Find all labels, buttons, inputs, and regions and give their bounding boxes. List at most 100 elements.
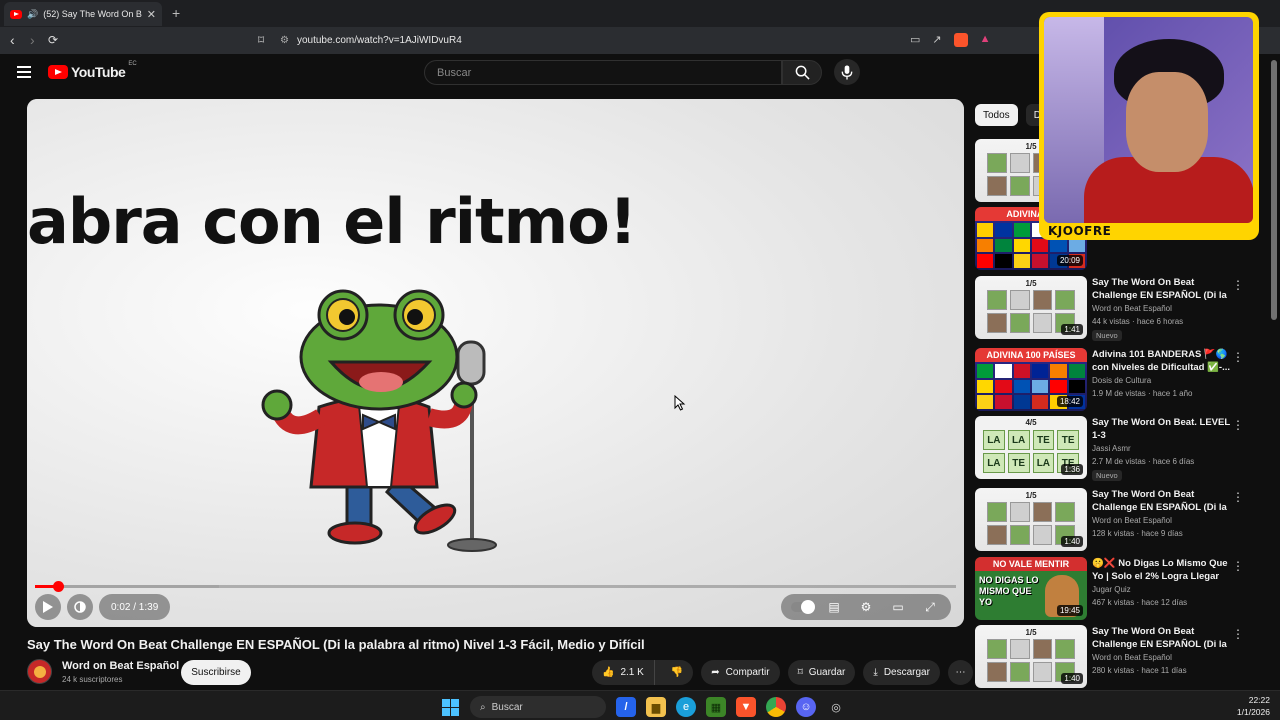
recommendation-thumbnail[interactable]: 4/5 LA LA TE TE LA TE LA TE 1:36 [975,416,1087,479]
player-controls-left: 0:02 / 1:39 [35,594,171,620]
more-options-icon[interactable]: ⋮ [1232,350,1244,364]
recommendation-meta: 1.9 M de vistas · hace 1 año [1092,389,1193,398]
obs-icon[interactable]: ◎ [826,697,846,717]
reload-icon[interactable]: ⟳ [48,33,58,47]
recommendation-thumbnail[interactable]: 1/5 1:40 [975,488,1087,551]
brave-shields-icon[interactable] [953,33,968,47]
brave-rewards-icon[interactable]: ▲ [980,33,991,47]
close-tab-icon[interactable]: ✕ [147,8,156,21]
duration-badge: 18:42 [1056,396,1083,407]
voice-search-button[interactable] [834,59,860,85]
url-text: youtube.com/watch?v=1AJiWIDvuR4 [296,35,462,46]
download-button[interactable]: ⤓ Descargar [863,660,940,685]
recommendation-channel[interactable]: Jassi Asmr [1092,444,1131,453]
page-scrollbar[interactable] [1271,60,1277,320]
start-button[interactable] [440,697,460,717]
more-options-icon[interactable]: ⋮ [1232,559,1244,573]
recommendation-channel[interactable]: Word on Beat Español [1092,516,1172,525]
subscriber-count: 24 k suscriptores [62,675,123,684]
recommendation-title[interactable]: 🤫❌ No Digas Lo Mismo Que Yo | Solo el 2%… [1092,557,1232,583]
recommendation-title[interactable]: Say The Word On Beat. LEVEL 1-3 [1092,416,1232,442]
new-tab-button[interactable]: + [172,5,180,21]
recommendation-title[interactable]: Say The Word On Beat Challenge EN ESPAÑO… [1092,625,1232,651]
recommendation-item[interactable]: ADIVINA 100 PAÍSES 18:42 Adivina 101 BANDE… [975,348,1265,412]
play-button[interactable] [35,594,61,620]
autoplay-toggle[interactable] [789,597,815,617]
webcam-overlay: KJOOFRE [1039,12,1259,240]
volume-icon [74,601,86,613]
more-actions-button[interactable]: ⋯ [947,660,973,685]
recommendation-channel[interactable]: Word on Beat Español [1092,304,1172,313]
cast-icon[interactable]: ▭ [910,33,920,47]
share-button[interactable]: ➦ Compartir [701,660,780,685]
recommendation-title[interactable]: Say The Word On Beat Challenge EN ESPAÑO… [1092,276,1232,302]
recommendation-item[interactable]: NO VALE MENTIR NO DIGAS LO MISMO QUE YO 19… [975,557,1265,621]
save-button[interactable]: ⌑ Guardar [787,660,856,685]
taskbar-clock[interactable]: 22:22 1/1/2026 [1237,694,1270,718]
search-button[interactable] [782,60,822,85]
recommendation-thumbnail[interactable]: 1/5 1:41 [975,276,1087,339]
recommendation-thumbnail[interactable]: 1/5 1:40 [975,625,1087,688]
more-options-icon[interactable]: ⋮ [1232,278,1244,292]
autoplay-switch-icon [791,600,815,614]
recommendation-title[interactable]: Adivina 101 BANDERAS 🚩🌎 con Niveles de D… [1092,348,1232,374]
recommendation-item[interactable]: 1/5 1:40 Say The Word On Beat Challenge EN… [975,488,1265,552]
level-label: 4/5 [1025,418,1037,427]
thumbnail-caption: NO DIGAS LO MISMO QUE YO [979,575,1039,607]
youtube-logo-icon [48,65,68,79]
settings-icon[interactable]: ⚙ [853,597,879,617]
like-button[interactable]: 👍 2.1 K [592,660,655,685]
more-options-icon[interactable]: ⋮ [1232,627,1244,641]
more-options-icon[interactable]: ⋮ [1232,418,1244,432]
recommendation-channel[interactable]: Dosis de Cultura [1092,376,1151,385]
volume-button[interactable] [67,594,93,620]
search-input[interactable]: Buscar [424,60,782,85]
bookmark-icon[interactable]: ⌑ [258,33,264,47]
subtitles-icon[interactable]: ▤ [821,597,847,617]
chip-todos[interactable]: Todos [975,104,1018,126]
dislike-button[interactable]: 👎 [661,660,693,685]
level-label: 1/5 [1025,279,1037,288]
bookmark-save-icon: ⌑ [797,667,803,678]
channel-name[interactable]: Word on Beat Español [62,660,179,672]
youtube-logo[interactable]: YouTube EC [48,61,137,80]
menu-icon[interactable] [17,66,31,78]
video-overlay-text: abra con el ritmo! [27,185,637,258]
share-page-icon[interactable]: ↗ [932,33,941,47]
file-explorer-icon[interactable]: ▆ [646,697,666,717]
recommendation-item[interactable]: 1/5 1:40 Say The Word On Beat Challenge EN… [975,625,1265,689]
recommendation-item[interactable]: 1/5 1:41 Say The Word On Beat Challenge EN… [975,276,1265,341]
progress-scrubber[interactable] [53,581,65,592]
channel-avatar[interactable] [27,659,52,684]
browser-tab[interactable]: 🔊 (52) Say The Word On Beat C ✕ [4,2,162,26]
brave-icon[interactable]: ▼ [736,697,756,717]
country-code: EC [128,61,137,67]
recommendation-thumbnail[interactable]: ADIVINA 100 PAÍSES 18:42 [975,348,1087,411]
taskbar-search[interactable]: ⌕ Buscar [470,696,606,718]
recommendation-channel[interactable]: Jugar Quiz [1092,585,1131,594]
recommendation-meta: 44 k vistas · hace 6 horas [1092,317,1184,326]
duration-badge: 1:40 [1061,673,1083,684]
discord-icon[interactable]: ☺ [796,697,816,717]
video-player[interactable]: abra con el ritmo! 0:02 / 1:39 ▤ ⚙ ▭ ⤢ [27,99,964,627]
forward-icon[interactable]: › [30,32,35,48]
site-info-icon[interactable]: ⚙ [280,35,289,46]
chrome-icon[interactable] [766,697,786,717]
theater-mode-icon[interactable]: ▭ [885,597,911,617]
fullscreen-icon[interactable]: ⤢ [917,597,943,617]
recommendation-item[interactable]: 4/5 LA LA TE TE LA TE LA TE 1:36 Say The Word On B… [975,416,1265,481]
recommendation-thumbnail[interactable]: NO VALE MENTIR NO DIGAS LO MISMO QUE YO 19… [975,557,1087,620]
minecraft-icon[interactable]: ▦ [706,697,726,717]
recommendation-title[interactable]: Say The Word On Beat Challenge EN ESPAÑO… [1092,488,1232,514]
recommendation-channel[interactable]: Word on Beat Español [1092,653,1172,662]
back-icon[interactable]: ‹ [10,32,15,48]
progress-bar[interactable] [35,581,956,592]
windows-taskbar: ⌕ Buscar / ▆ e ▦ ▼ ☺ ◎ 22:22 1/1/2026 [0,690,1280,720]
browser-actions: ▭ ↗ ▲ [910,33,991,47]
address-bar[interactable]: ⚙ youtube.com/watch?v=1AJiWIDvuR4 [280,30,920,51]
app-icon-visual-studio[interactable]: / [616,697,636,717]
more-options-icon[interactable]: ⋮ [1232,490,1244,504]
edge-icon[interactable]: e [676,697,696,717]
download-label: Descargar [883,667,930,678]
subscribe-button[interactable]: Suscribirse [181,660,251,685]
